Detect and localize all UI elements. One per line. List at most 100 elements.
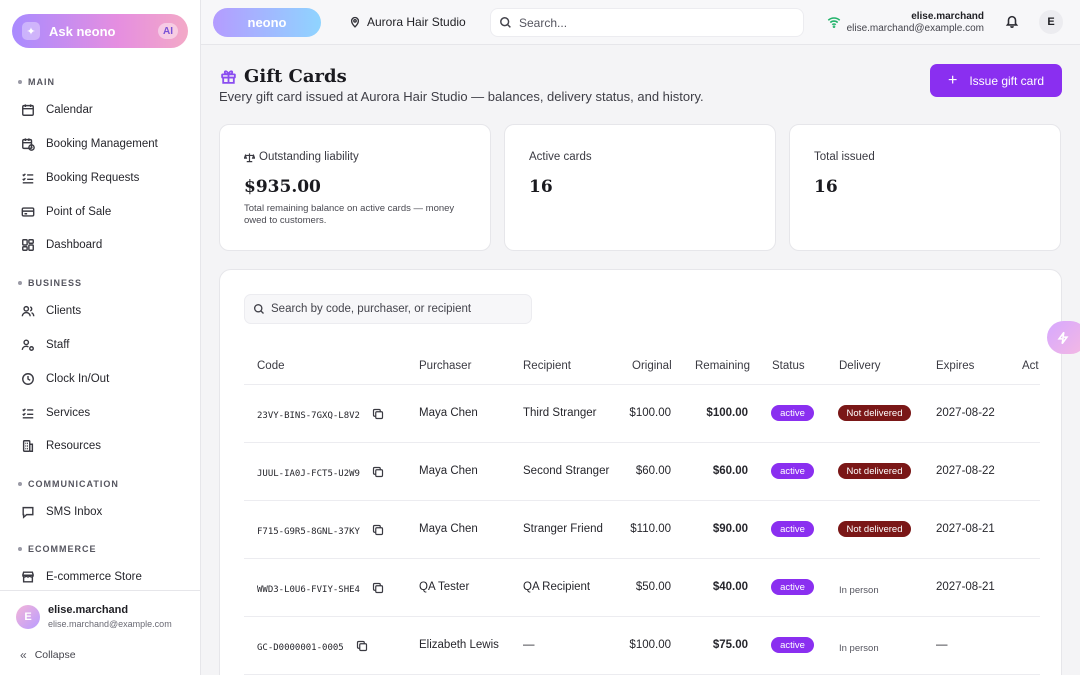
sidebar-item-label: SMS Inbox: [46, 506, 103, 518]
recipient: —: [523, 639, 535, 651]
recipient: Third Stranger: [523, 407, 597, 419]
collapse-label: Collapse: [34, 649, 76, 661]
table-header: Code Purchaser Recipient Original Remain…: [244, 350, 1040, 385]
page-title: Gift Cards: [244, 66, 347, 87]
expires-date: 2027-08-21: [936, 523, 995, 535]
sidebar-item-services[interactable]: Services: [20, 401, 190, 425]
original-amount: $100.00: [629, 407, 671, 419]
section-label-main: MAIN: [18, 77, 55, 87]
column-header-delivery[interactable]: Delivery: [839, 360, 881, 372]
sidebar-item-label: E-commerce Store: [46, 571, 142, 583]
search-icon: [500, 17, 511, 28]
table-row[interactable]: 23VY-BINS-7GXQ-L8V2 Maya Chen Third Stra…: [244, 385, 1040, 443]
studio-selector[interactable]: Aurora Hair Studio: [349, 15, 466, 29]
sidebar-item-label: Booking Management: [46, 138, 158, 150]
sidebar-item-sms-inbox[interactable]: SMS Inbox: [20, 500, 190, 524]
copy-icon[interactable]: [372, 523, 384, 541]
remaining-amount: $60.00: [712, 465, 748, 477]
stat-value: 16: [814, 177, 838, 197]
copy-icon[interactable]: [356, 639, 368, 657]
sidebar-item-ecommerce-store[interactable]: E-commerce Store: [20, 565, 190, 589]
stat-value: $935.00: [244, 177, 321, 197]
column-header-expires[interactable]: Expires: [936, 360, 974, 372]
gift-card-code: 23VY-BINS-7GXQ-L8V2: [257, 411, 360, 421]
sidebar-item-clock-in-out[interactable]: Clock In/Out: [20, 367, 190, 391]
global-search-input[interactable]: Search...: [490, 8, 804, 37]
topbar-user[interactable]: elise.marchand elise.marchand@example.co…: [847, 11, 984, 34]
copy-icon[interactable]: [372, 581, 384, 599]
page-header: Gift Cards: [220, 66, 347, 87]
delivery-text: In person: [839, 643, 879, 654]
column-header-actions[interactable]: Act: [1022, 360, 1039, 372]
lightning-icon: [1057, 331, 1069, 344]
table-row[interactable]: WWD3-L0U6-FVIY-SHE4 QA Tester QA Recipie…: [244, 559, 1040, 617]
purchaser: Maya Chen: [419, 523, 478, 535]
section-label-business: BUSINESS: [18, 278, 82, 288]
column-header-purchaser[interactable]: Purchaser: [419, 360, 471, 372]
collapse-button[interactable]: « Collapse: [20, 648, 76, 662]
calendar-clock-icon: [20, 137, 35, 152]
sidebar-item-label: Point of Sale: [46, 206, 112, 218]
recipient: Stranger Friend: [523, 523, 603, 535]
purchaser: QA Tester: [419, 581, 470, 593]
column-header-remaining[interactable]: Remaining: [695, 360, 750, 372]
sidebar-item-point-of-sale[interactable]: Point of Sale: [20, 200, 190, 224]
users-icon: [20, 304, 35, 319]
sidebar-item-label: Booking Requests: [46, 172, 140, 184]
copy-icon[interactable]: [372, 465, 384, 483]
list-check-icon: [20, 171, 35, 186]
sidebar-item-label: Services: [46, 407, 91, 419]
sparkle-icon: ✦: [22, 22, 40, 40]
original-amount: $50.00: [635, 581, 671, 593]
column-header-code[interactable]: Code: [257, 360, 285, 372]
stat-note: Total remaining balance on active cards …: [244, 203, 455, 226]
list-icon: [20, 406, 35, 421]
neono-logo[interactable]: neono: [213, 8, 321, 37]
gift-card-code: WWD3-L0U6-FVIY-SHE4: [257, 585, 360, 595]
sidebar-item-dashboard[interactable]: Dashboard: [20, 233, 190, 257]
status-badge: active: [771, 579, 814, 595]
search-placeholder: Search...: [519, 15, 568, 30]
column-header-status[interactable]: Status: [772, 360, 805, 372]
sidebar-item-booking-management[interactable]: Booking Management: [20, 132, 190, 156]
status-badge: active: [771, 637, 814, 653]
original-amount: $100.00: [629, 639, 671, 651]
stat-card-total-issued: Total issued 16: [789, 124, 1061, 251]
gift-cards-table: Search by code, purchaser, or recipient …: [219, 269, 1062, 675]
status-badge: active: [771, 405, 814, 421]
avatar[interactable]: E: [16, 605, 40, 629]
stat-label: Total issued: [814, 151, 875, 163]
table-row[interactable]: F715-G9R5-8GNL-37KY Maya Chen Stranger F…: [244, 501, 1040, 559]
avatar[interactable]: E: [1039, 10, 1063, 34]
table-row[interactable]: GC-D0000001-0005 Elizabeth Lewis — $100.…: [244, 617, 1040, 675]
stat-card-outstanding-liability: Outstanding liability $935.00 Total rema…: [219, 124, 491, 251]
ask-neono-button[interactable]: ✦ Ask neono AI: [12, 14, 188, 48]
sidebar-item-resources[interactable]: Resources: [20, 434, 190, 458]
sidebar-item-calendar[interactable]: Calendar: [20, 98, 190, 122]
search-icon: [253, 303, 264, 314]
sidebar-item-booking-requests[interactable]: Booking Requests: [20, 166, 190, 190]
page-subtitle: Every gift card issued at Aurora Hair St…: [219, 89, 704, 104]
stat-label: Active cards: [529, 151, 592, 163]
remaining-amount: $75.00: [712, 639, 748, 651]
remaining-amount: $40.00: [712, 581, 748, 593]
bell-icon[interactable]: [1005, 14, 1019, 33]
credit-card-icon: [20, 205, 35, 220]
column-header-original[interactable]: Original: [632, 360, 672, 372]
table-search-input[interactable]: Search by code, purchaser, or recipient: [244, 294, 532, 324]
column-header-recipient[interactable]: Recipient: [523, 360, 571, 372]
sidebar-user-email: elise.marchand@example.com: [48, 619, 172, 629]
recipient: Second Stranger: [523, 465, 610, 477]
copy-icon[interactable]: [372, 407, 384, 425]
scale-icon: [244, 152, 255, 162]
quick-action-button[interactable]: [1047, 321, 1080, 354]
stat-value: 16: [529, 177, 553, 197]
issue-gift-card-button[interactable]: + Issue gift card: [930, 64, 1062, 97]
table-row[interactable]: JUUL-IA0J-FCT5-U2W9 Maya Chen Second Str…: [244, 443, 1040, 501]
chevrons-left-icon: «: [20, 648, 27, 662]
sidebar-item-staff[interactable]: Staff: [20, 333, 190, 357]
sidebar-item-clients[interactable]: Clients: [20, 299, 190, 323]
search-placeholder: Search by code, purchaser, or recipient: [271, 303, 472, 315]
expires-date: 2027-08-22: [936, 407, 995, 419]
message-icon: [20, 505, 35, 520]
